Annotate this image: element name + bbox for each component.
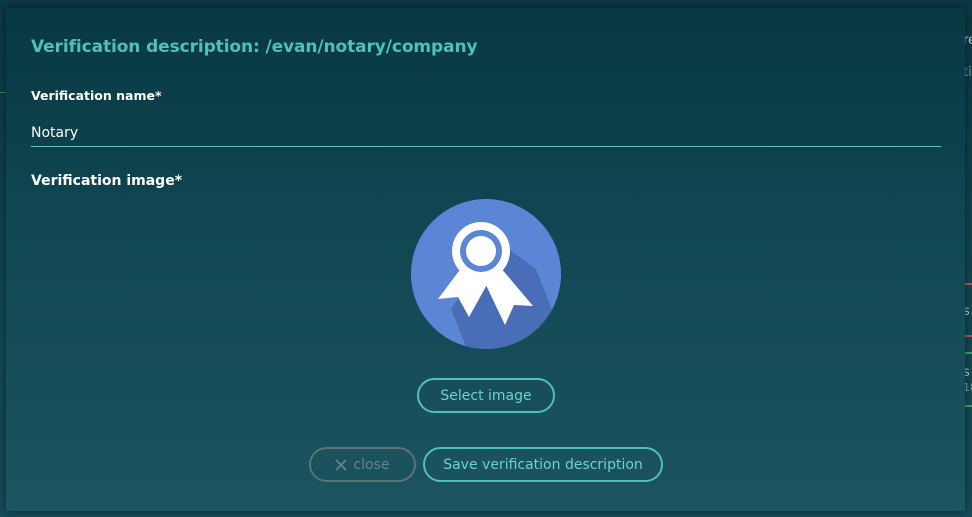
award-ribbon-icon (411, 199, 561, 349)
verification-name-input[interactable] (31, 119, 941, 147)
close-button-label: close (353, 456, 390, 473)
verification-description-modal: Verification description: /evan/notary/c… (6, 8, 965, 511)
close-icon (335, 458, 348, 471)
select-image-button[interactable]: Select image (417, 378, 555, 413)
verification-name-label: Verification name* (31, 88, 162, 103)
verification-image-label: Verification image* (31, 173, 183, 189)
modal-title: Verification description: /evan/notary/c… (31, 37, 478, 57)
save-verification-button[interactable]: Save verification description (423, 447, 663, 482)
close-button[interactable]: close (309, 447, 416, 482)
